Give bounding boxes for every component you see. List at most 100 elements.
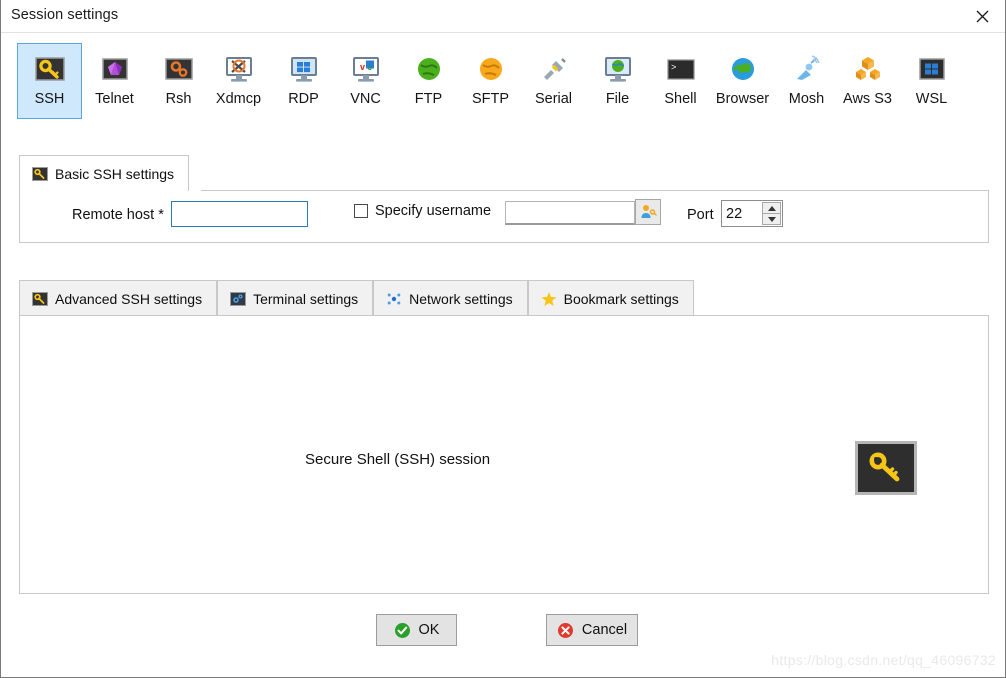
protocol-label: Serial bbox=[534, 91, 573, 107]
protocol-shell[interactable]: > Shell bbox=[648, 43, 713, 119]
cancel-button-label: Cancel bbox=[581, 622, 628, 638]
checkbox-box bbox=[354, 204, 368, 218]
basic-settings-panel: Remote host * Specify username Port bbox=[19, 190, 989, 243]
port-input[interactable] bbox=[722, 201, 762, 226]
green-globe-icon bbox=[417, 58, 440, 80]
remote-host-input[interactable] bbox=[171, 201, 308, 227]
tab-label: Basic SSH settings bbox=[55, 165, 175, 182]
vnc-monitor-icon: v c bbox=[352, 57, 379, 82]
aws-cubes-icon bbox=[855, 57, 880, 80]
basic-tabstrip: Basic SSH settings bbox=[19, 155, 190, 191]
check-circle-icon bbox=[394, 622, 410, 638]
protocol-serial[interactable]: Serial bbox=[521, 43, 586, 119]
key-icon bbox=[34, 57, 65, 81]
user-key-icon bbox=[641, 205, 657, 218]
protocol-label: File bbox=[605, 91, 630, 107]
key-icon bbox=[32, 291, 48, 306]
protocol-rdp[interactable]: RDP bbox=[271, 43, 336, 119]
gears-icon bbox=[164, 58, 193, 80]
cancel-button[interactable]: Cancel bbox=[546, 614, 638, 646]
star-icon bbox=[541, 291, 557, 306]
windows-monitor-icon bbox=[290, 57, 317, 82]
session-type-badge bbox=[855, 441, 917, 495]
tab-network-settings[interactable]: Network settings bbox=[373, 280, 528, 316]
svg-text:v: v bbox=[360, 62, 365, 72]
protocol-label: VNC bbox=[350, 91, 381, 107]
protocol-sftp[interactable]: SFTP bbox=[458, 43, 523, 119]
protocol-label: FTP bbox=[414, 91, 443, 107]
protocol-label: Rsh bbox=[165, 91, 192, 107]
tab-terminal-settings[interactable]: Terminal settings bbox=[217, 280, 374, 316]
globe-monitor-icon bbox=[604, 57, 631, 82]
x-circle-icon bbox=[557, 622, 573, 638]
session-description: Secure Shell (SSH) session bbox=[305, 451, 491, 468]
close-button[interactable] bbox=[959, 0, 1005, 32]
specify-username-label: Specify username bbox=[375, 203, 492, 219]
ok-button-label: OK bbox=[418, 622, 440, 638]
tab-label: Bookmark settings bbox=[563, 290, 679, 307]
orange-globe-icon bbox=[479, 58, 502, 80]
protocol-file[interactable]: File bbox=[585, 43, 650, 119]
protocol-telnet[interactable]: Telnet bbox=[82, 43, 147, 119]
page-title: Session settings bbox=[11, 7, 119, 23]
gem-icon bbox=[101, 58, 128, 80]
port-stepper[interactable] bbox=[721, 200, 783, 227]
protocol-vnc[interactable]: v c VNC bbox=[333, 43, 398, 119]
protocol-xdmcp[interactable]: Xdmcp bbox=[206, 43, 271, 119]
protocol-label: WSL bbox=[915, 91, 948, 107]
satellite-icon bbox=[796, 55, 820, 80]
protocol-label: SFTP bbox=[471, 91, 510, 107]
tab-advanced-ssh-settings[interactable]: Advanced SSH settings bbox=[19, 280, 218, 316]
protocol-label: Mosh bbox=[788, 91, 825, 107]
tab-label: Network settings bbox=[409, 290, 513, 307]
svg-text:c: c bbox=[367, 63, 372, 72]
network-dots-icon bbox=[387, 293, 401, 304]
protocol-aws-s3[interactable]: Aws S3 bbox=[835, 43, 900, 119]
wsl-icon bbox=[918, 58, 945, 80]
watermark: https://blog.csdn.net/qq_46096732 bbox=[771, 652, 996, 668]
close-icon bbox=[976, 10, 988, 22]
protocol-label: SSH bbox=[34, 91, 65, 107]
advanced-settings-group: Advanced SSH settings Terminal settings bbox=[19, 280, 989, 594]
terminal-settings-icon bbox=[230, 291, 247, 306]
port-label: Port bbox=[687, 207, 714, 223]
select-user-key-button[interactable] bbox=[635, 199, 661, 225]
session-preview-panel: Secure Shell (SSH) session bbox=[19, 315, 989, 594]
username-input[interactable] bbox=[505, 201, 635, 225]
x-monitor-icon bbox=[225, 57, 252, 82]
title-bar: Session settings bbox=[1, 0, 1005, 33]
protocol-label: Aws S3 bbox=[843, 91, 892, 107]
tab-label: Advanced SSH settings bbox=[55, 290, 203, 307]
chevron-up-icon bbox=[767, 205, 776, 211]
blue-globe-icon bbox=[731, 58, 754, 80]
protocol-label: Telnet bbox=[95, 91, 134, 107]
settings-tabstrip: Advanced SSH settings Terminal settings bbox=[19, 280, 694, 316]
port-decrement-button[interactable] bbox=[762, 213, 781, 225]
terminal-icon: > bbox=[666, 59, 695, 80]
session-settings-dialog: Session settings SSH Telnet Rsh Xdmcp RD… bbox=[0, 0, 1006, 678]
protocol-mosh[interactable]: Mosh bbox=[774, 43, 839, 119]
protocol-label: Browser bbox=[715, 91, 770, 107]
protocol-wsl[interactable]: WSL bbox=[899, 43, 964, 119]
protocol-label: Shell bbox=[664, 91, 697, 107]
protocol-browser[interactable]: Browser bbox=[710, 43, 775, 119]
protocol-ftp[interactable]: FTP bbox=[396, 43, 461, 119]
chevron-down-icon bbox=[767, 216, 776, 222]
svg-text:>: > bbox=[671, 63, 676, 73]
tab-basic-ssh-settings[interactable]: Basic SSH settings bbox=[19, 155, 190, 191]
key-icon bbox=[869, 452, 900, 482]
protocol-rsh[interactable]: Rsh bbox=[146, 43, 211, 119]
tab-label: Terminal settings bbox=[253, 290, 359, 307]
protocol-toolbar: SSH Telnet Rsh Xdmcp RDP v c VNC FTP SFT… bbox=[1, 34, 1006, 120]
ok-button[interactable]: OK bbox=[376, 614, 457, 646]
plug-icon bbox=[543, 58, 566, 80]
port-spinner-buttons bbox=[762, 202, 781, 225]
specify-username-checkbox[interactable]: Specify username bbox=[354, 203, 491, 219]
protocol-label: RDP bbox=[288, 91, 319, 107]
tab-bookmark-settings[interactable]: Bookmark settings bbox=[527, 280, 694, 316]
key-icon bbox=[32, 166, 48, 181]
protocol-label: Xdmcp bbox=[215, 91, 262, 107]
remote-host-label: Remote host * bbox=[72, 207, 164, 223]
port-increment-button[interactable] bbox=[762, 202, 781, 213]
protocol-ssh[interactable]: SSH bbox=[17, 43, 82, 119]
